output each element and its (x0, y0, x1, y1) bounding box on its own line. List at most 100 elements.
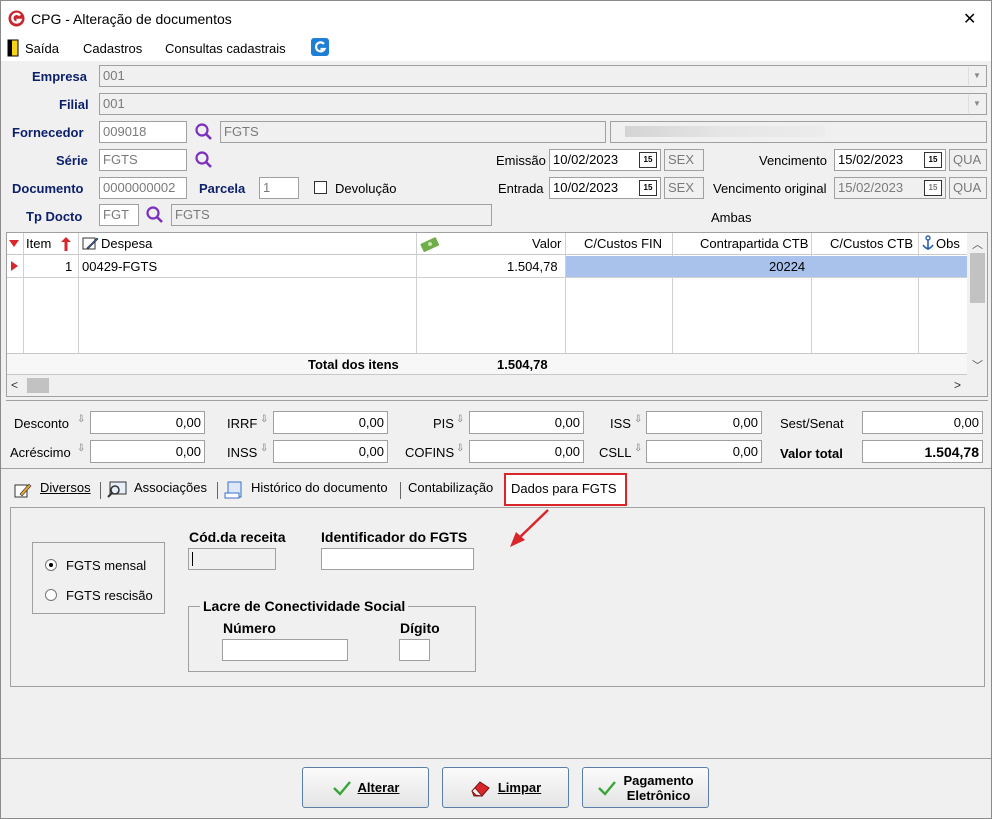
chevron-down-icon[interactable]: ﹀ (972, 357, 983, 373)
venc-original-weekday: QUA (949, 177, 987, 199)
col-item[interactable]: Item (26, 236, 51, 251)
sestsenat-field[interactable]: 0,00 (862, 411, 983, 434)
numero-field[interactable] (222, 639, 348, 661)
items-grid[interactable]: Item Despesa Valor C/Custos FIN Contrapa… (6, 232, 988, 397)
empresa-select[interactable]: 001 ▼ (99, 65, 987, 87)
row-contrapartida[interactable]: 20224 (769, 259, 805, 274)
associations-icon (107, 481, 127, 498)
anchor-icon (922, 235, 934, 250)
calendar-icon[interactable]: 15 (639, 180, 657, 196)
cod-receita-field[interactable] (188, 548, 276, 570)
search-icon[interactable] (144, 204, 166, 226)
cofins-field[interactable]: 0,00 (469, 440, 584, 463)
acrescimo-field[interactable]: 0,00 (90, 440, 205, 463)
vertical-scrollbar[interactable]: ︿ ﹀ (967, 233, 987, 375)
cod-receita-label: Cód.da receita (189, 529, 286, 545)
pis-label: PIS (433, 416, 454, 431)
tab-dados-fgts[interactable]: Dados para FGTS (504, 473, 627, 506)
window-title: CPG - Alteração de documentos (31, 11, 232, 27)
chevron-right-icon[interactable]: > (954, 378, 961, 392)
chevron-up-icon[interactable]: ︿ (972, 236, 983, 252)
col-cc-fin[interactable]: C/Custos FIN (584, 236, 662, 251)
inss-field[interactable]: 0,00 (273, 440, 388, 463)
info-icon: ⇩ (634, 414, 643, 425)
current-row-icon (11, 261, 18, 271)
fgts-rescisao-radio[interactable] (45, 589, 57, 601)
info-icon: ⇩ (77, 443, 86, 454)
documento-field[interactable]: 0000000002 (99, 177, 187, 199)
search-icon[interactable] (193, 149, 215, 171)
csll-field[interactable]: 0,00 (646, 440, 762, 463)
col-cc-ctb[interactable]: C/Custos CTB (830, 236, 913, 251)
horizontal-scrollbar[interactable]: < > (7, 375, 987, 396)
menu-saida[interactable]: Saída (25, 41, 59, 56)
filial-label: Filial (59, 97, 89, 112)
venc-original-label: Vencimento original (713, 181, 827, 196)
filial-select[interactable]: 001 ▼ (99, 93, 987, 115)
emissao-label: Emissão (496, 153, 546, 168)
check-icon (332, 780, 351, 796)
digito-field[interactable] (399, 639, 430, 661)
calendar-icon[interactable]: 15 (924, 152, 942, 168)
sort-down-icon[interactable] (8, 239, 20, 249)
irrf-field[interactable]: 0,00 (273, 411, 388, 434)
scrollbar-thumb[interactable] (27, 378, 49, 393)
row-valor[interactable]: 1.504,78 (507, 259, 558, 274)
limpar-button[interactable]: Limpar (442, 767, 569, 808)
venc-original-date-field: 15/02/2023 15 (834, 177, 946, 199)
irrf-label: IRRF (227, 416, 258, 431)
exit-door-icon (7, 39, 19, 57)
fornecedor-code-field[interactable]: 009018 (99, 121, 187, 143)
search-icon[interactable] (193, 121, 215, 143)
grid-footer (7, 353, 967, 375)
emissao-date-field[interactable]: 10/02/2023 15 (549, 149, 661, 171)
tab-associacoes[interactable]: Associações (134, 480, 207, 502)
entrada-date-field[interactable]: 10/02/2023 15 (549, 177, 661, 199)
col-contrapartida[interactable]: Contrapartida CTB (700, 236, 808, 251)
tab-contabilizacao[interactable]: Contabilização (408, 480, 493, 502)
blurred-text (625, 126, 825, 137)
tab-diversos[interactable]: Diversos (40, 480, 91, 502)
col-despesa[interactable]: Despesa (101, 236, 152, 251)
sestsenat-label: Sest/Senat (780, 416, 844, 431)
chevron-left-icon[interactable]: < (11, 378, 18, 392)
parcela-label: Parcela (199, 181, 246, 196)
devolucao-checkbox[interactable] (314, 181, 327, 194)
tpdocto-code-field[interactable]: FGT (99, 204, 139, 226)
serie-label: Série (56, 153, 88, 168)
vencimento-weekday: QUA (949, 149, 987, 171)
app-logo-icon (8, 10, 25, 27)
tab-historico[interactable]: Histórico do documento (251, 480, 388, 502)
pagamento-eletronico-button[interactable]: Pagamento Eletrônico (582, 767, 709, 808)
entrada-weekday: SEX (664, 177, 704, 199)
fgts-mensal-radio[interactable] (45, 559, 57, 571)
pis-field[interactable]: 0,00 (469, 411, 584, 434)
col-obs[interactable]: Obs (936, 236, 968, 251)
empresa-label: Empresa (32, 69, 87, 84)
row-despesa[interactable]: 00429-FGTS (82, 259, 157, 274)
chevron-down-icon[interactable]: ▼ (968, 95, 985, 113)
app-shortcut-icon[interactable] (311, 38, 329, 56)
fornecedor-name-field: FGTS (220, 121, 606, 143)
identificador-field[interactable] (321, 548, 474, 570)
vencimento-date-field[interactable]: 15/02/2023 15 (834, 149, 946, 171)
alterar-button[interactable]: Alterar (302, 767, 429, 808)
col-valor[interactable]: Valor (532, 236, 561, 251)
serie-field[interactable]: FGTS (99, 149, 187, 171)
valortotal-field: 1.504,78 (862, 440, 983, 463)
fornecedor-extra-field (610, 121, 987, 143)
scrollbar-thumb[interactable] (970, 253, 985, 303)
desconto-label: Desconto (14, 416, 69, 431)
parcela-field[interactable]: 1 (259, 177, 299, 199)
chevron-down-icon[interactable]: ▼ (968, 67, 985, 85)
row-item[interactable]: 1 (65, 259, 72, 274)
menu-cadastros[interactable]: Cadastros (83, 41, 142, 56)
sort-order-icon[interactable] (60, 236, 72, 252)
calendar-icon[interactable]: 15 (639, 152, 657, 168)
total-itens-label: Total dos itens (308, 357, 399, 372)
fgts-mensal-label: FGTS mensal (66, 558, 147, 573)
desconto-field[interactable]: 0,00 (90, 411, 205, 434)
menu-consultas-cadastrais[interactable]: Consultas cadastrais (165, 41, 286, 56)
close-button[interactable]: ✕ (963, 9, 976, 29)
iss-field[interactable]: 0,00 (646, 411, 762, 434)
